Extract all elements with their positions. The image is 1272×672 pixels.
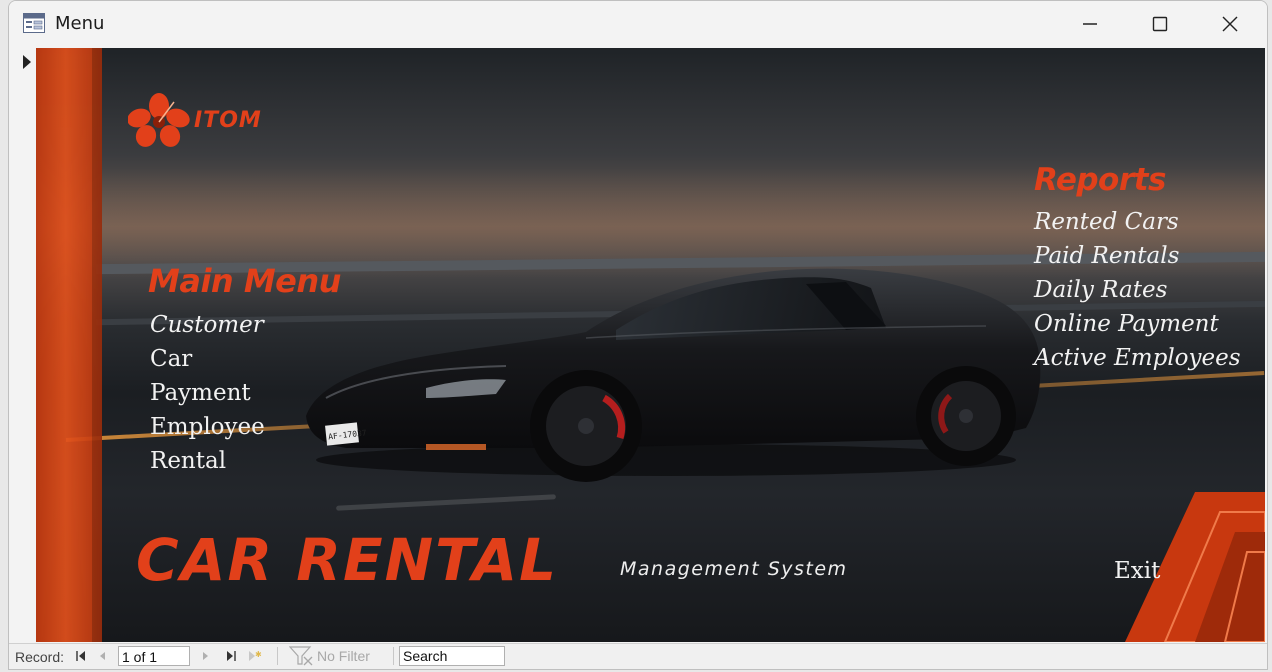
filter-toggle[interactable]: No Filter <box>289 644 370 668</box>
new-record-icon: ✱ <box>249 650 262 661</box>
maximize-icon <box>1152 16 1168 32</box>
close-icon <box>1222 16 1238 32</box>
report-active-employees-link[interactable]: Active Employees <box>1034 345 1241 371</box>
exit-button[interactable]: Exit <box>1114 558 1160 584</box>
form-icon <box>23 13 45 33</box>
menu-customer-link[interactable]: Customer <box>150 312 264 338</box>
accent-side-bar <box>36 48 102 642</box>
menu-employee-link[interactable]: Employee <box>150 414 265 440</box>
separator <box>393 647 394 665</box>
brand-title: CAR RENTAL <box>136 526 559 594</box>
previous-record-button[interactable] <box>95 648 111 664</box>
record-position-field[interactable]: 1 of 1 <box>118 646 190 666</box>
record-navigation-bar: Record: 1 of 1 ✱ No Filter <box>9 643 1267 669</box>
minimize-icon <box>1083 23 1097 25</box>
current-record-icon <box>23 55 31 69</box>
report-paid-rentals-link[interactable]: Paid Rentals <box>1034 243 1179 269</box>
title-bar: Menu <box>9 1 1267 47</box>
brand-subtitle: Management System <box>620 558 848 580</box>
first-record-icon <box>76 651 85 661</box>
next-record-icon <box>203 652 208 660</box>
last-record-button[interactable] <box>223 648 239 664</box>
menu-rental-link[interactable]: Rental <box>150 448 226 474</box>
menu-car-link[interactable]: Car <box>150 346 192 372</box>
filter-icon <box>289 646 313 666</box>
logo-text: ITOM <box>194 107 262 133</box>
record-selector[interactable] <box>9 47 36 643</box>
previous-record-icon <box>100 652 105 660</box>
menu-payment-link[interactable]: Payment <box>150 380 251 406</box>
reports-heading: Reports <box>1034 162 1166 198</box>
record-label: Record: <box>15 649 65 665</box>
last-record-icon <box>227 651 236 661</box>
report-rented-cars-link[interactable]: Rented Cars <box>1034 209 1179 235</box>
company-logo: ITOM <box>128 92 262 148</box>
report-online-payment-link[interactable]: Online Payment <box>1034 311 1219 337</box>
svg-text:✱: ✱ <box>255 650 262 659</box>
separator <box>277 647 278 665</box>
hibiscus-icon <box>128 93 190 147</box>
window-title: Menu <box>55 13 105 34</box>
form-window: Menu AF-17037 ITOM Main Menu Customer Ca… <box>8 0 1268 670</box>
first-record-button[interactable] <box>73 648 89 664</box>
sports-car-image: AF-17037 <box>306 268 1041 482</box>
next-record-button[interactable] <box>197 648 213 664</box>
search-input[interactable] <box>399 646 505 666</box>
new-record-button[interactable]: ✱ <box>247 648 263 664</box>
report-daily-rates-link[interactable]: Daily Rates <box>1034 277 1167 303</box>
filter-label: No Filter <box>317 648 370 664</box>
main-menu-heading: Main Menu <box>148 262 341 300</box>
minimize-button[interactable] <box>1055 1 1125 47</box>
road-streak <box>336 494 556 511</box>
maximize-button[interactable] <box>1125 1 1195 47</box>
menu-form: AF-17037 ITOM Main Menu Customer Car Pay… <box>36 48 1265 642</box>
close-button[interactable] <box>1195 1 1265 47</box>
